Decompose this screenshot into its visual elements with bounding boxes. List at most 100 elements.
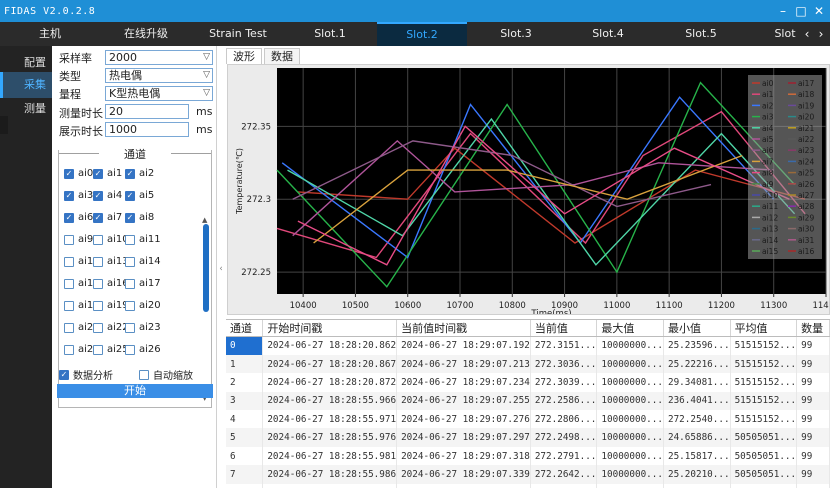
channel-label: ai1 (107, 168, 123, 179)
checkbox-box (125, 278, 135, 289)
duration-input[interactable]: 20 (105, 104, 189, 119)
table-row[interactable]: 6 2024-06-27 18:28:55.981 2024-06-27 18:29… (226, 446, 830, 466)
start-button[interactable]: 开始 (57, 384, 213, 398)
tab-slot-6[interactable]: Slot (770, 22, 800, 46)
y-tick-label: 272.3 (247, 195, 271, 205)
duration-value: 20 (109, 105, 123, 118)
channel-checkbox-ai8[interactable]: ✓ ai8 (125, 212, 154, 223)
legend-label: ai7 (762, 157, 774, 166)
legend-label: ai3 (762, 113, 774, 122)
table-row[interactable]: 5 2024-06-27 18:28:55.976 2024-06-27 18:29… (226, 428, 830, 447)
table-row[interactable]: 3 2024-06-27 18:28:55.966 2024-06-27 18:29… (226, 391, 830, 411)
channel-checkbox-ai13[interactable]: ai13 (93, 256, 129, 267)
col-average[interactable]: 平均值 (730, 320, 798, 337)
table-cell: 10000000... (596, 391, 664, 411)
type-value: 热电偶 (109, 69, 142, 82)
x-tick-label: 11200 (708, 301, 735, 311)
auto-zoom-checkbox[interactable]: 自动缩放 (139, 367, 193, 382)
channel-checkbox-ai9[interactable]: ai9 (64, 234, 93, 245)
plot-area: 10400 10500 10600 10700 10800 10900 11000 11100… (227, 64, 830, 319)
table-cell: 99 (796, 391, 830, 411)
channel-checkbox-ai4[interactable]: ✓ ai4 (93, 190, 122, 201)
tab-slot-1[interactable]: Slot.1 (294, 22, 366, 46)
channel-label: ai23 (139, 322, 161, 333)
table-row[interactable]: 0 2024-06-27 18:28:20.862 2024-06-27 18:29… (226, 336, 830, 355)
channel-label: ai14 (139, 256, 161, 267)
collapse-icon[interactable]: ‹ (217, 254, 225, 284)
channel-scrollbar[interactable] (203, 224, 209, 312)
tab-slot-4[interactable]: Slot.4 (572, 22, 644, 46)
channel-checkbox-ai5[interactable]: ✓ ai5 (125, 190, 154, 201)
channel-checkbox-ai17[interactable]: ai17 (125, 278, 161, 289)
display-input[interactable]: 1000 (105, 122, 189, 137)
legend-label: ai19 (798, 101, 814, 110)
range-select[interactable]: K型热电偶 ▽ (105, 86, 213, 101)
maximize-icon[interactable]: □ (792, 2, 810, 20)
tab-prev-icon[interactable]: ‹ (800, 22, 814, 46)
col-start-time[interactable]: 开始时间戳 (262, 320, 398, 337)
table-row[interactable]: 4 2024-06-27 18:28:55.971 2024-06-27 18:29… (226, 410, 830, 429)
legend-label: ai26 (798, 180, 814, 189)
col-channel[interactable]: 通道 (226, 320, 264, 337)
channel-checkbox-ai1[interactable]: ✓ ai1 (93, 168, 122, 179)
table-row[interactable]: 82024-06-27 18:28:55.9912024-06-27 18:29… (226, 483, 830, 488)
close-icon[interactable]: ✕ (810, 2, 828, 20)
table-cell: 51515152... (730, 354, 798, 374)
app-title: FIDAS V2.0.2.8 (4, 5, 96, 17)
channel-checkbox-ai0[interactable]: ✓ ai0 (64, 168, 93, 179)
check-icon: ✓ (64, 212, 74, 223)
table-cell: 2024-06-27 18:29:07.234 (396, 373, 531, 392)
scroll-up-icon[interactable]: ▲ (202, 216, 207, 224)
checkbox-box (64, 278, 74, 289)
table-cell: 2024-06-27 18:29:07.339 (396, 465, 531, 484)
table-cell: 99 (796, 428, 830, 447)
channel-checkbox-ai22[interactable]: ai22 (93, 322, 129, 333)
table-row[interactable]: 1 2024-06-27 18:28:20.867 2024-06-27 18:29… (226, 354, 830, 374)
table-cell: 99 (796, 354, 830, 374)
table-cell: 51515152... (730, 410, 798, 429)
table-cell: 7 (226, 465, 264, 484)
tab-waveform[interactable]: 波形 (226, 48, 262, 64)
channel-checkbox-ai3[interactable]: ✓ ai3 (64, 190, 93, 201)
x-tick-label: 10400 (290, 301, 317, 311)
tab-data[interactable]: 数据 (264, 48, 300, 64)
tab-online-upgrade[interactable]: 在线升级 (108, 22, 184, 46)
table-row[interactable]: 2 2024-06-27 18:28:20.872 2024-06-27 18:29… (226, 373, 830, 392)
table-cell: 99 (796, 373, 830, 392)
channel-checkbox-ai19[interactable]: ai19 (93, 300, 129, 311)
type-select[interactable]: 热电偶 ▽ (105, 68, 213, 83)
tab-host[interactable]: 主机 (28, 22, 72, 46)
channel-checkbox-ai10[interactable]: ai10 (93, 234, 129, 245)
tab-next-icon[interactable]: › (814, 22, 828, 46)
legend-label: ai11 (762, 202, 778, 211)
col-min[interactable]: 最小值 (663, 320, 731, 337)
tab-slot-3[interactable]: Slot.3 (480, 22, 552, 46)
sample-rate-select[interactable]: 2000 ▽ (105, 50, 213, 65)
legend-label: ai2 (762, 101, 774, 110)
col-count[interactable]: 数量 (796, 320, 830, 337)
col-current-value[interactable]: 当前值 (530, 320, 598, 337)
checkbox-box (93, 300, 103, 311)
tab-strain-test[interactable]: Strain Test (196, 22, 280, 46)
x-tick-label: 11000 (603, 301, 630, 311)
col-max[interactable]: 最大值 (596, 320, 664, 337)
channel-checkbox-ai2[interactable]: ✓ ai2 (125, 168, 154, 179)
tab-slot-2[interactable]: Slot.2 (377, 22, 467, 46)
channel-checkbox-ai14[interactable]: ai14 (125, 256, 161, 267)
channel-checkbox-ai11[interactable]: ai11 (125, 234, 161, 245)
data-analysis-checkbox[interactable]: ✓ 数据分析 (59, 367, 113, 382)
channel-checkbox-ai20[interactable]: ai20 (125, 300, 161, 311)
legend-label: ai22 (798, 135, 814, 144)
channel-checkbox-ai7[interactable]: ✓ ai7 (93, 212, 122, 223)
col-current-time[interactable]: 当前值时间戳 (396, 320, 531, 337)
duration-label: 测量时长 (59, 107, 103, 120)
minimize-icon[interactable]: – (774, 2, 792, 20)
channel-checkbox-ai26[interactable]: ai26 (125, 344, 161, 355)
table-row[interactable]: 7 2024-06-27 18:28:55.986 2024-06-27 18:29… (226, 465, 830, 484)
nav-acquire[interactable]: 采集 (0, 72, 52, 98)
channel-checkbox-ai16[interactable]: ai16 (93, 278, 129, 289)
channel-checkbox-ai23[interactable]: ai23 (125, 322, 161, 333)
channel-checkbox-ai6[interactable]: ✓ ai6 (64, 212, 93, 223)
tab-slot-5[interactable]: Slot.5 (665, 22, 737, 46)
channel-checkbox-ai25[interactable]: ai25 (93, 344, 129, 355)
